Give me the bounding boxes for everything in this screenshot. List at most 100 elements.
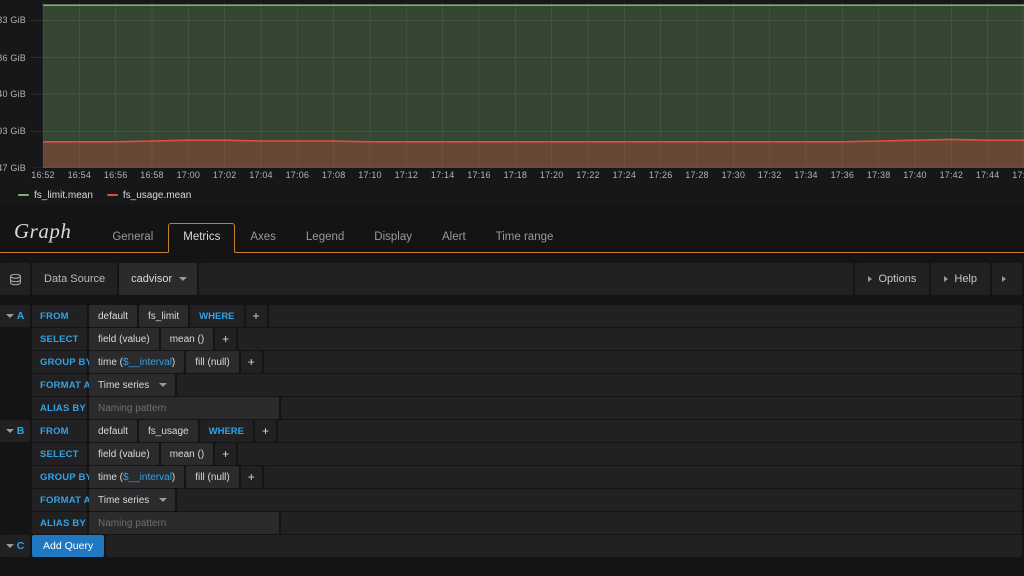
x-axis: 16:52 16:54 16:56 16:58 17:00 17:02 17:04 17:06… xyxy=(31,170,1024,184)
query-row: C Add Query xyxy=(0,535,1024,557)
datasource-select[interactable]: cadvisor xyxy=(119,263,198,295)
legend-item[interactable]: fs_limit.mean xyxy=(18,190,93,201)
query-groupby-label: GROUP BY xyxy=(32,351,92,373)
query-collapse-toggle[interactable]: A xyxy=(0,305,30,327)
query-where-label[interactable]: WHERE xyxy=(190,305,244,327)
query-gutter-spacer xyxy=(0,328,30,350)
datasource-spacer xyxy=(199,263,854,295)
x-axis-tick: 17:24 xyxy=(612,170,637,180)
tab-display[interactable]: Display xyxy=(359,223,427,253)
query-aliasby-label: ALIAS BY xyxy=(32,397,87,419)
add-query-collapse-toggle[interactable]: C xyxy=(0,535,30,557)
query-row-filler xyxy=(177,489,1022,511)
query-formatas-select[interactable]: Time series xyxy=(89,374,176,396)
query-where-label[interactable]: WHERE xyxy=(199,420,253,442)
query-letter: B xyxy=(16,425,25,437)
query-select-aggregation[interactable]: mean () xyxy=(160,328,214,350)
query-groupby-fill[interactable]: fill (null) xyxy=(186,351,239,373)
x-axis-tick: 17:26 xyxy=(648,170,673,180)
x-axis-tick: 16:58 xyxy=(140,170,164,180)
query-formatas-select[interactable]: Time series xyxy=(89,489,176,511)
x-axis-tick: 17:06 xyxy=(285,170,310,180)
add-query-button[interactable]: Add Query xyxy=(32,535,105,557)
query-row: B FROM default fs_usage WHERE + xyxy=(0,420,1024,442)
query-select-field[interactable]: field (value) xyxy=(89,443,159,465)
query-aliasby-input[interactable]: Naming pattern xyxy=(89,512,279,534)
query-groupby-fill[interactable]: fill (null) xyxy=(186,466,239,488)
add-query-letter: C xyxy=(16,540,25,552)
query-gutter-spacer xyxy=(0,443,30,465)
y-axis-tick: 47 GiB xyxy=(0,163,26,173)
database-icon xyxy=(0,263,30,295)
query-aliasby-input[interactable]: Naming pattern xyxy=(89,397,279,419)
query-block: A FROM default fs_limit WHERE + SELECT field (v… xyxy=(0,305,1024,419)
x-axis-tick: 16:54 xyxy=(67,170,92,180)
query-list: A FROM default fs_limit WHERE + SELECT field (v… xyxy=(0,305,1024,558)
x-axis-tick: 17:00 xyxy=(176,170,201,180)
x-axis-tick: 17:28 xyxy=(685,170,709,180)
chevron-down-icon xyxy=(5,429,14,433)
datasource-label: Data Source xyxy=(32,263,118,295)
query-select-label: SELECT xyxy=(32,328,87,350)
chevron-right-icon xyxy=(1002,276,1006,282)
legend-item[interactable]: fs_usage.mean xyxy=(106,190,191,201)
query-row: FORMAT AS Time series xyxy=(0,489,1024,511)
plot-area[interactable] xyxy=(31,2,1024,168)
query-from-measurement[interactable]: fs_usage xyxy=(139,420,198,442)
tab-metrics[interactable]: Metrics xyxy=(168,223,236,253)
tab-axes[interactable]: Axes xyxy=(235,223,291,253)
help-toggle[interactable]: Help xyxy=(931,263,990,295)
editor-tab-list: General Metrics Axes Legend Display Alert Time… xyxy=(97,222,569,253)
query-block: B FROM default fs_usage WHERE + SELECT field (v… xyxy=(0,420,1024,534)
query-row-filler xyxy=(281,512,1022,534)
query-row-filler xyxy=(263,351,1022,373)
plot-svg xyxy=(31,2,1024,168)
options-toggle[interactable]: Options xyxy=(855,263,930,295)
legend-series-label: fs_limit.mean xyxy=(34,189,93,201)
x-axis-tick: 17:02 xyxy=(212,170,237,180)
query-select-field[interactable]: field (value) xyxy=(89,328,159,350)
tab-general[interactable]: General xyxy=(97,223,168,253)
x-axis-tick: 17:40 xyxy=(903,170,927,180)
legend-color-swatch xyxy=(106,194,118,196)
query-collapse-toggle[interactable]: B xyxy=(0,420,30,442)
query-formatas-label: FORMAT AS xyxy=(32,374,97,396)
query-select-aggregation[interactable]: mean () xyxy=(160,443,214,465)
chevron-down-icon xyxy=(5,544,14,548)
query-from-policy[interactable]: default xyxy=(89,305,138,327)
query-groupby-time[interactable]: time ($__interval) xyxy=(89,351,185,373)
tab-legend[interactable]: Legend xyxy=(291,223,359,253)
more-toggle[interactable] xyxy=(992,263,1022,295)
query-groupby-label: GROUP BY xyxy=(32,466,92,488)
x-axis-tick: 17:44 xyxy=(975,170,1000,180)
query-select-add-button[interactable]: + xyxy=(215,328,237,350)
x-axis-tick: 17:36 xyxy=(830,170,855,180)
query-row-filler xyxy=(238,328,1022,350)
query-gutter-spacer xyxy=(0,351,30,373)
query-groupby-add-button[interactable]: + xyxy=(240,351,262,373)
tab-alert[interactable]: Alert xyxy=(427,223,481,253)
graph-panel: 47 GiB93 GiB140 GiB186 GiB233 GiB 16:521… xyxy=(0,0,1024,205)
query-groupby-add-button[interactable]: + xyxy=(240,466,262,488)
query-where-add-button[interactable]: + xyxy=(245,305,267,327)
query-groupby-time-suffix: ) xyxy=(171,356,176,368)
query-from-policy[interactable]: default xyxy=(89,420,138,442)
y-axis-tick: 140 GiB xyxy=(0,89,26,100)
datasource-row: Data Source cadvisor Options Help xyxy=(0,263,1024,295)
query-row: GROUP BY time ($__interval) fill (null) + xyxy=(0,466,1024,488)
query-select-add-button[interactable]: + xyxy=(215,443,237,465)
x-axis-tick: 17:34 xyxy=(794,170,818,180)
query-where-add-button[interactable]: + xyxy=(255,420,277,442)
tab-time-range[interactable]: Time range xyxy=(481,223,569,253)
x-axis-tick: 17:12 xyxy=(394,170,419,180)
query-row-filler xyxy=(278,420,1022,442)
query-groupby-time-prefix: time ( xyxy=(98,356,123,368)
help-toggle-label: Help xyxy=(954,273,977,285)
query-groupby-time-arg: $__interval xyxy=(123,356,172,368)
query-from-measurement[interactable]: fs_limit xyxy=(139,305,189,327)
x-axis-tick: 17:46 xyxy=(1012,170,1024,180)
options-toggle-label: Options xyxy=(878,273,917,285)
query-groupby-time[interactable]: time ($__interval) xyxy=(89,466,185,488)
query-formatas-label: FORMAT AS xyxy=(32,489,97,511)
x-axis-tick: 17:10 xyxy=(358,170,382,180)
